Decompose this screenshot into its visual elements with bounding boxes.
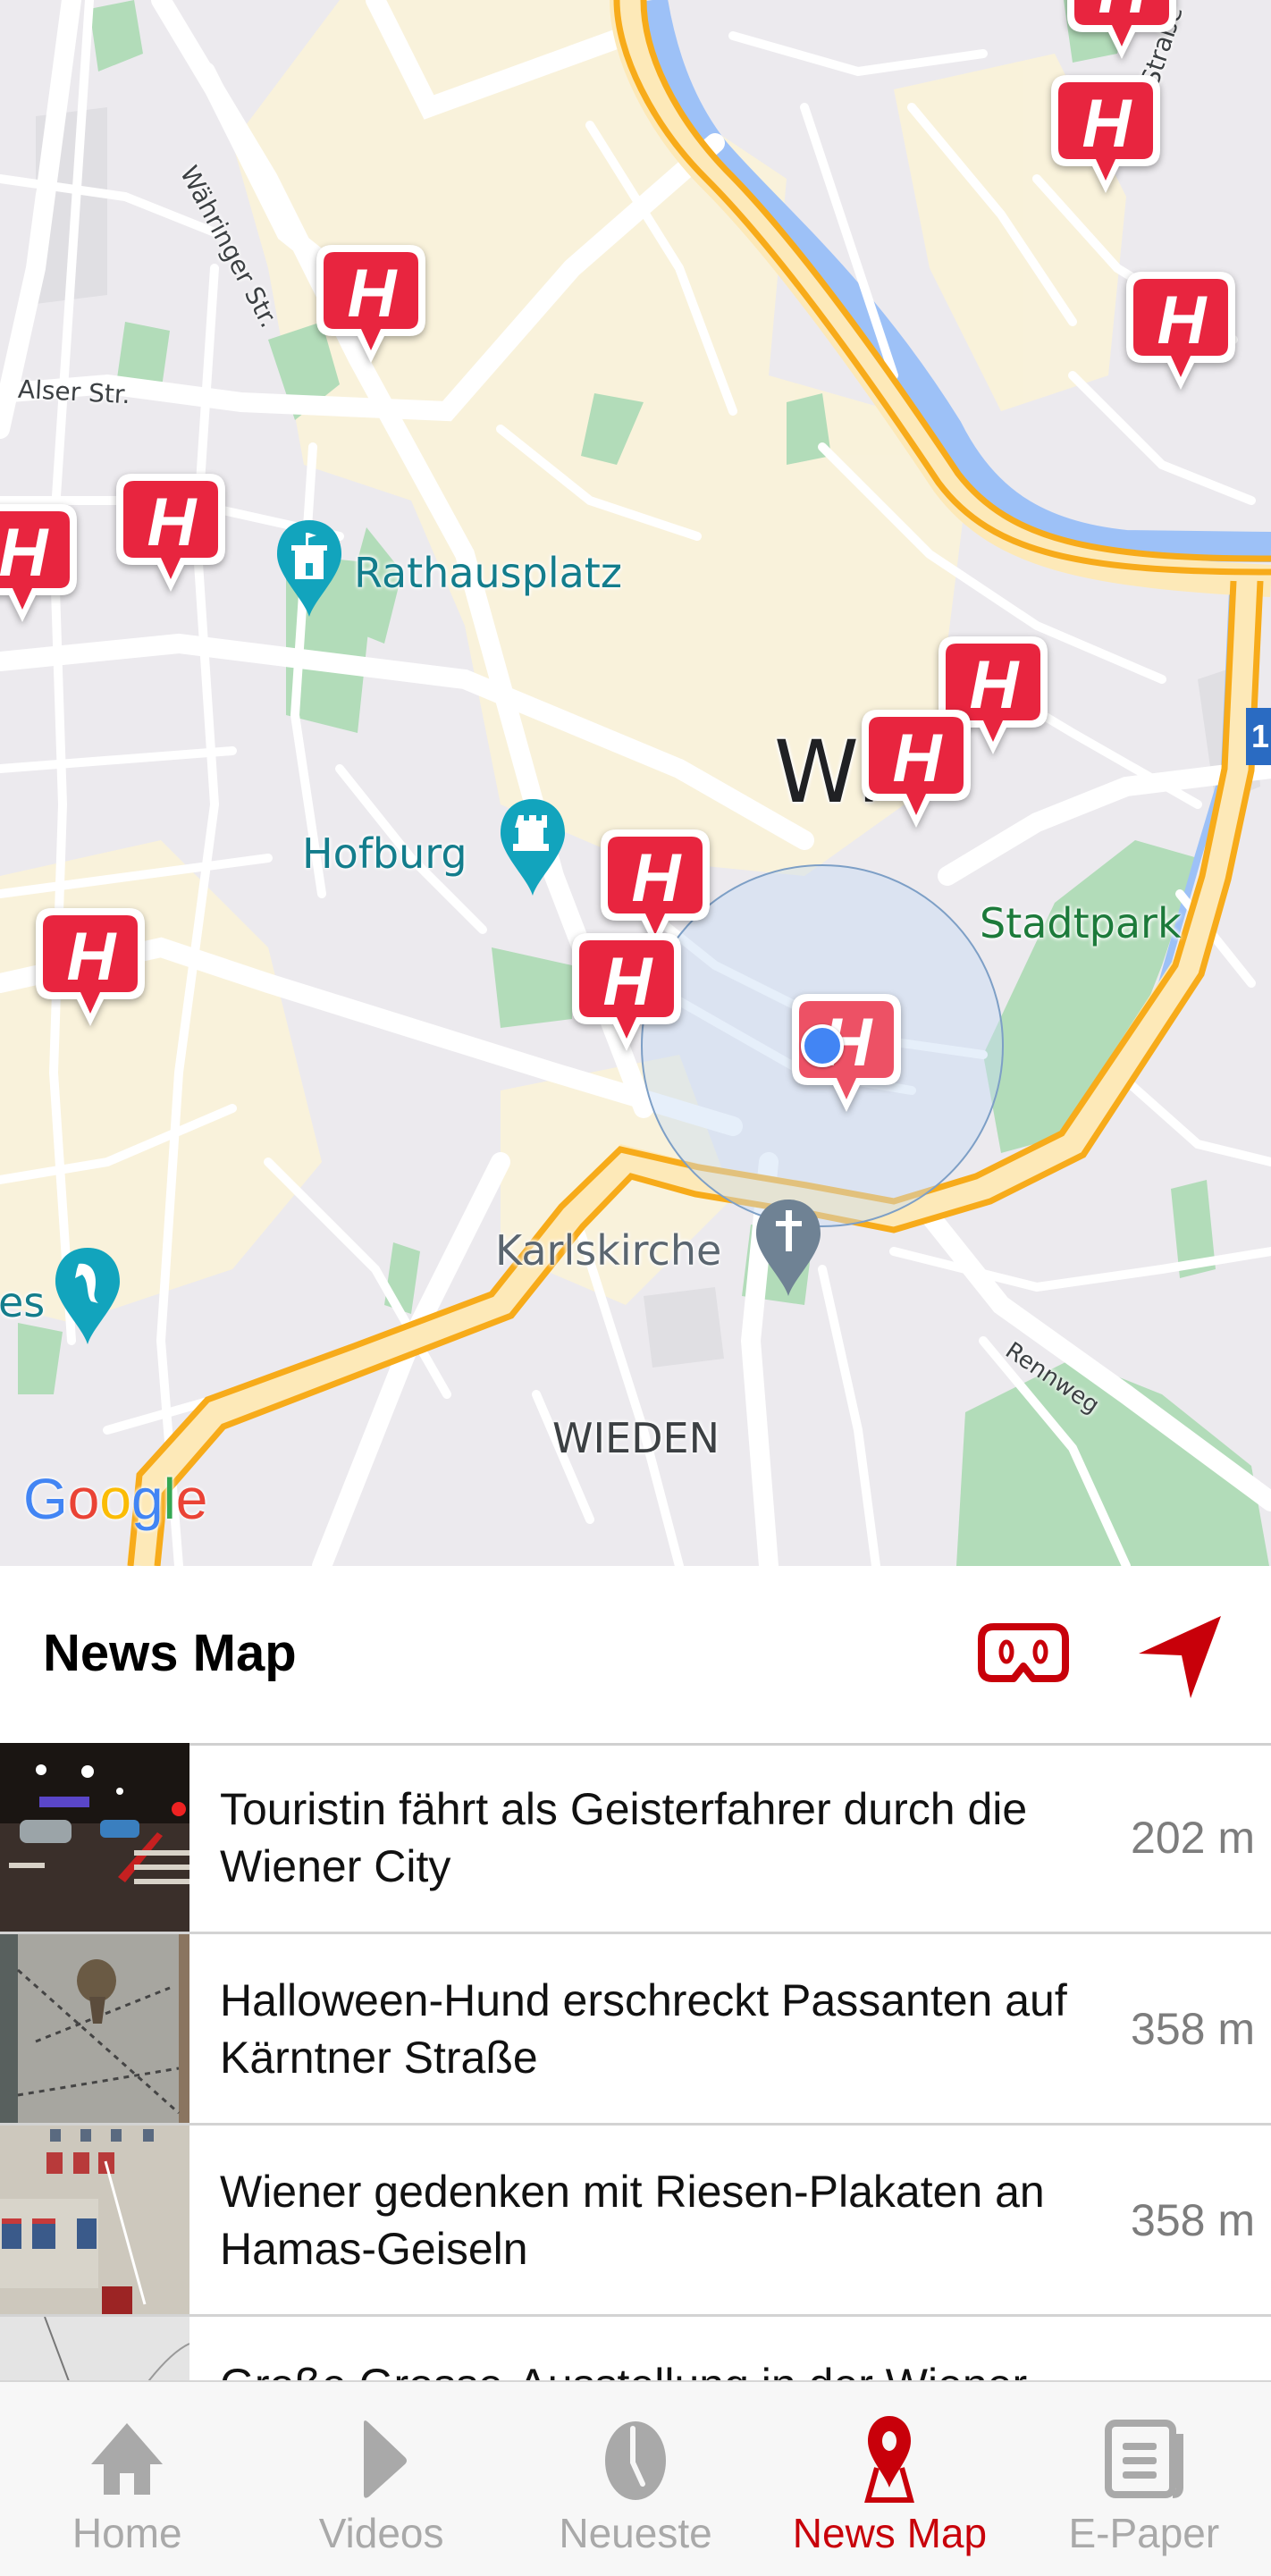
- nav-label: Neueste: [559, 2510, 712, 2556]
- news-marker[interactable]: H: [32, 905, 148, 1030]
- nav-home[interactable]: Home: [0, 2382, 254, 2576]
- news-marker[interactable]: H: [568, 930, 685, 1055]
- map-label-hofburg: Hofburg: [302, 829, 467, 878]
- svg-text:H: H: [632, 840, 683, 916]
- map-base: [0, 0, 1271, 1566]
- svg-text:H: H: [603, 944, 654, 1020]
- svg-text:H: H: [0, 515, 50, 591]
- church-poi-icon[interactable]: [753, 1198, 824, 1298]
- news-map-header: News Map: [0, 1566, 1271, 1746]
- nav-label: Home: [72, 2510, 182, 2556]
- news-marker[interactable]: H: [1048, 72, 1164, 197]
- news-marker[interactable]: H: [0, 501, 80, 626]
- news-title[interactable]: Wiener gedenken mit Riesen-Plakaten an H…: [220, 2126, 1114, 2314]
- google-letter: g: [130, 1467, 164, 1531]
- svg-text:H: H: [67, 919, 118, 995]
- news-marker[interactable]: H: [858, 706, 974, 831]
- home-icon: [91, 2423, 164, 2495]
- google-letter: G: [23, 1467, 68, 1531]
- google-letter: o: [99, 1467, 131, 1531]
- aquarium-poi-icon[interactable]: [52, 1246, 123, 1346]
- clock-icon: [605, 2421, 667, 2500]
- news-marker[interactable]: H: [1064, 0, 1180, 63]
- map-view[interactable]: Rathausplatz Hofburg es Karlskirche Wi S…: [0, 0, 1271, 1566]
- svg-text:H: H: [1157, 282, 1208, 358]
- google-letter: o: [67, 1467, 100, 1531]
- svg-text:H: H: [970, 647, 1021, 723]
- bottom-navigation: Home Videos Neueste News Map E-Paper: [0, 2380, 1271, 2576]
- news-list-item[interactable]: Halloween-Hund erschreckt Passanten auf …: [0, 1934, 1271, 2126]
- news-marker[interactable]: H: [1123, 268, 1239, 393]
- nav-label: Videos: [318, 2510, 444, 2556]
- google-letter: e: [175, 1467, 208, 1531]
- news-list-item[interactable]: Wiener gedenken mit Riesen-Plakaten an H…: [0, 2126, 1271, 2317]
- news-title[interactable]: Große Grosse-Ausstellung in der Wiener: [220, 2317, 1114, 2380]
- svg-text:H: H: [893, 720, 944, 796]
- map-label-aquarium-partial: es: [0, 1278, 46, 1326]
- town-hall-poi-icon[interactable]: [274, 518, 345, 619]
- map-label-rathausplatz: Rathausplatz: [354, 549, 622, 597]
- nav-news-map[interactable]: News Map: [762, 2382, 1016, 2576]
- page-title: News Map: [43, 1624, 297, 1682]
- map-label-alser-str: Alser Str.: [17, 374, 131, 410]
- svg-text:H: H: [1082, 86, 1133, 162]
- svg-text:H: H: [147, 484, 198, 560]
- navigation-arrow-icon[interactable]: [1135, 1614, 1225, 1700]
- castle-poi-icon[interactable]: [497, 797, 568, 897]
- current-location-dot: [801, 1024, 844, 1067]
- svg-text:H: H: [1098, 0, 1149, 28]
- svg-text:H: H: [348, 256, 399, 332]
- google-letter: l: [163, 1467, 176, 1531]
- nav-label: E-Paper: [1068, 2510, 1220, 2556]
- vr-glasses-icon[interactable]: [978, 1623, 1069, 1688]
- news-marker[interactable]: H: [313, 241, 429, 366]
- map-label-karlskirche: Karlskirche: [495, 1226, 722, 1275]
- news-list-item[interactable]: Große Grosse-Ausstellung in der Wiener: [0, 2317, 1271, 2380]
- news-title[interactable]: Touristin fährt als Geisterfahrer durch …: [220, 1743, 1114, 1932]
- newspaper-icon: [1104, 2420, 1183, 2498]
- route-number-sign: 1: [1246, 708, 1271, 765]
- map-label-stadtpark: Stadtpark: [980, 899, 1182, 947]
- nav-e-paper[interactable]: E-Paper: [1017, 2382, 1271, 2576]
- thumbnail-gallery-ceiling: [0, 2317, 189, 2380]
- nav-videos[interactable]: Videos: [254, 2382, 508, 2576]
- news-list-item[interactable]: Touristin fährt als Geisterfahrer durch …: [0, 1743, 1271, 1934]
- news-title[interactable]: Halloween-Hund erschreckt Passanten auf …: [220, 1934, 1114, 2123]
- news-distance: 202 m: [1131, 1812, 1255, 1863]
- thumbnail-dog-pavement: [0, 1934, 189, 2123]
- news-distance: 358 m: [1131, 2194, 1255, 2245]
- thumbnail-night-street: [0, 1743, 189, 1932]
- map-pin-icon: [864, 2416, 915, 2503]
- nav-neueste[interactable]: Neueste: [509, 2382, 762, 2576]
- news-distance: 358 m: [1131, 2003, 1255, 2054]
- news-list[interactable]: Touristin fährt als Geisterfahrer durch …: [0, 1743, 1271, 2380]
- thumbnail-building-posters: [0, 2126, 189, 2314]
- map-label-wieden: WIEDEN: [552, 1414, 720, 1462]
- nav-label: News Map: [792, 2510, 988, 2556]
- news-marker[interactable]: H: [113, 470, 229, 595]
- google-logo[interactable]: Google: [23, 1466, 207, 1532]
- play-icon: [363, 2420, 407, 2498]
